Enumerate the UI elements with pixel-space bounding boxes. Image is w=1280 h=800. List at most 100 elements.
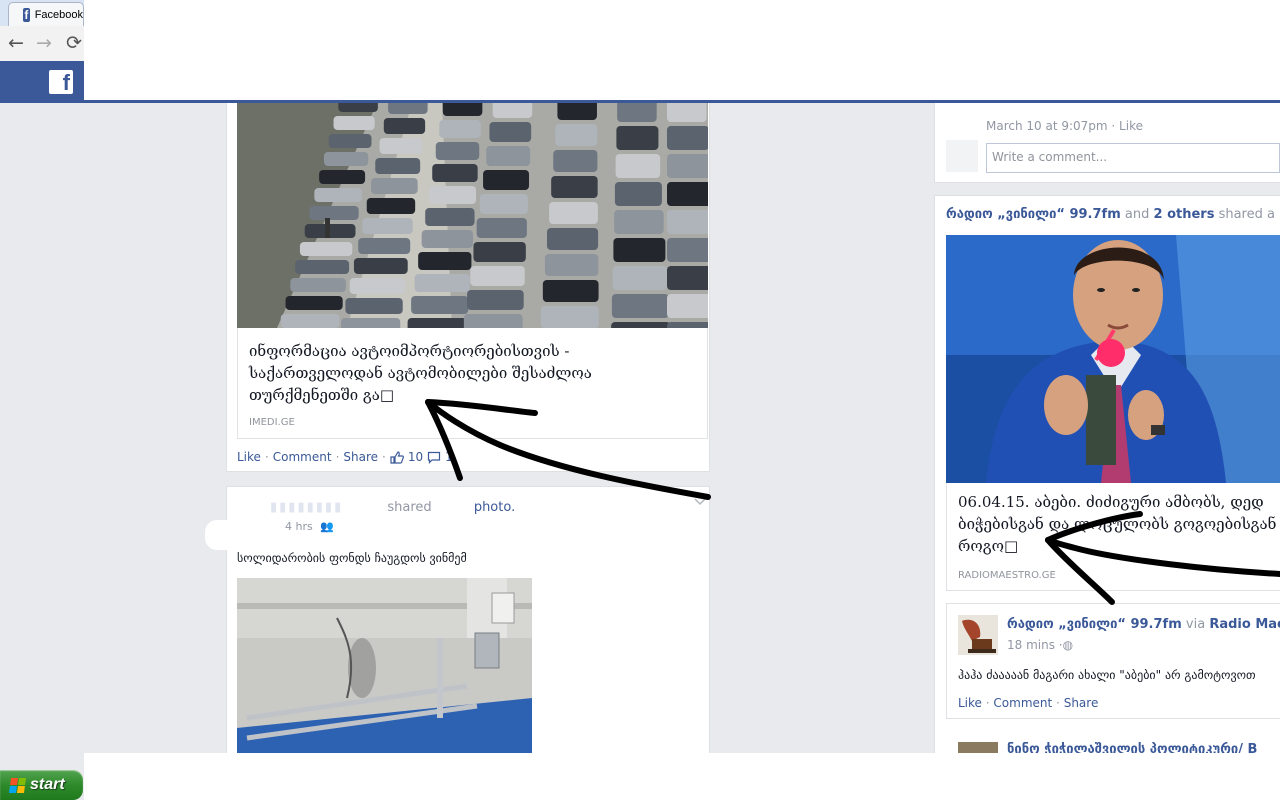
timestamp[interactable]: 4 hrs 👥 <box>285 520 334 533</box>
hospital-bed-photo[interactable] <box>237 578 532 756</box>
car-shape <box>467 290 524 310</box>
car-shape <box>425 208 475 226</box>
car-shape <box>555 124 598 146</box>
car-shape <box>483 170 530 190</box>
back-arrow-icon[interactable]: ← <box>8 32 24 54</box>
share-link[interactable]: Share <box>1064 696 1099 710</box>
car-shape <box>371 178 418 194</box>
timestamp-text[interactable]: 18 mins <box>1007 638 1055 652</box>
car-shape <box>299 242 353 256</box>
link-domain: IMEDI.GE <box>249 417 295 428</box>
tv-host-video-image[interactable] <box>946 235 1280 483</box>
gramophone-icon <box>958 615 998 655</box>
link-title-line: 06.04.15. აბები. ძიძიგური ამბობს, დედ <box>958 493 1264 511</box>
page-avatar[interactable] <box>958 615 998 655</box>
car-shape <box>295 260 350 274</box>
friends-audience-icon: 👥 <box>320 520 334 533</box>
post-text: ჰაჰა ძააააან მაგარი ახალი "აბები" არ გამ… <box>958 668 1256 682</box>
car-shape <box>612 266 668 290</box>
start-button[interactable]: start <box>0 770 83 800</box>
car-shape <box>341 318 401 328</box>
car-shape <box>388 103 428 114</box>
link-title[interactable]: 06.04.15. აბები. ძიძიგური ამბობს, დედ ბი… <box>958 491 1280 557</box>
facebook-favicon-icon: f <box>23 7 30 22</box>
car-shape <box>611 294 669 318</box>
comment-link[interactable]: Comment <box>273 450 332 464</box>
cars-photo <box>237 103 708 328</box>
car-shape <box>366 198 416 214</box>
via-page-link[interactable]: Radio Mae <box>1209 617 1280 632</box>
page-gutter <box>0 753 84 770</box>
car-shape <box>280 314 340 328</box>
comment-meta[interactable]: March 10 at 9:07pm · Like <box>986 119 1143 133</box>
car-shape <box>479 194 528 214</box>
blanked-region <box>84 0 1280 100</box>
car-shape <box>285 296 343 310</box>
separator: · <box>985 696 990 710</box>
hospital-photo <box>237 578 532 756</box>
photo-link[interactable]: photo. <box>474 500 515 515</box>
chevron-down-icon[interactable] <box>694 497 706 507</box>
car-shape <box>375 158 421 174</box>
car-shape <box>667 182 708 206</box>
car-shape <box>667 238 708 262</box>
car-shape <box>476 218 527 238</box>
story-header: ▮▮▮▮▮▮▮▮ shared photo. <box>270 500 515 515</box>
like-link[interactable]: Like <box>958 696 982 710</box>
car-shape <box>319 170 366 184</box>
link-domain: RADIOMAESTRO.GE <box>958 570 1056 581</box>
share-link[interactable]: Share <box>343 450 378 464</box>
car-shape <box>428 186 477 204</box>
story-actions: Like · Comment · Share <box>958 696 1098 710</box>
car-shape <box>442 103 483 116</box>
car-shape <box>418 252 472 270</box>
car-shape <box>616 126 659 150</box>
car-shape <box>407 318 467 328</box>
car-shape <box>544 254 599 276</box>
post-author-line: რადიო „ვინილი“ 99.7fm via Radio Mae <box>1007 617 1280 632</box>
separator: · <box>1056 696 1060 710</box>
comment-bubble-icon[interactable] <box>427 451 441 464</box>
forward-arrow-icon[interactable]: → <box>36 32 52 54</box>
blurred-name: ▮▮▮▮▮▮▮▮ <box>270 500 344 515</box>
car-shape <box>667 103 707 122</box>
car-shape <box>362 218 413 234</box>
car-shape <box>486 146 531 166</box>
car-shape <box>547 228 599 250</box>
car-shape <box>314 188 362 202</box>
car-shape <box>613 238 666 262</box>
browser-toolbar: ← → ⟳ <box>0 26 84 62</box>
and-text: and <box>1124 207 1150 222</box>
timestamp[interactable]: 18 mins ·◍ <box>1007 638 1073 652</box>
facebook-logo-icon[interactable]: f <box>49 70 73 94</box>
car-shape <box>614 182 662 206</box>
timestamp-text[interactable]: 4 hrs <box>285 520 313 533</box>
page-name-link[interactable]: რადიო „ვინილი“ 99.7fm <box>1007 617 1182 632</box>
story-header: რადიო „ვინილი“ 99.7fm and 2 others share… <box>946 207 1280 222</box>
link-title-line: ბიჭებისგან და ლოცულობს გოგოებისგან ა <box>958 515 1280 533</box>
car-shape <box>432 164 478 182</box>
avatar <box>946 140 978 172</box>
car-shape <box>551 176 598 198</box>
start-label: start <box>30 776 65 793</box>
like-link[interactable]: Like <box>237 450 261 464</box>
parking-lot-cars-image[interactable] <box>237 103 708 328</box>
comment-count[interactable]: 1 <box>445 450 453 464</box>
tv-host-photo <box>946 235 1280 483</box>
car-shape <box>383 118 426 134</box>
comment-link[interactable]: Comment <box>993 696 1052 710</box>
page-name-link[interactable]: რადიო „ვინილი“ 99.7fm <box>946 207 1121 222</box>
reload-icon[interactable]: ⟳ <box>66 32 82 54</box>
separator: · <box>382 450 386 464</box>
car-shape <box>667 294 708 318</box>
car-shape <box>667 266 708 290</box>
others-link[interactable]: 2 others <box>1154 207 1215 222</box>
browser-tab[interactable]: f Facebook <box>8 2 84 26</box>
car-shape <box>489 122 532 142</box>
car-shape <box>323 152 369 166</box>
avatar[interactable] <box>205 520 245 550</box>
comment-input[interactable]: Write a comment... <box>986 143 1280 173</box>
thumbs-up-icon[interactable] <box>390 450 404 464</box>
like-count[interactable]: 10 <box>408 450 423 464</box>
link-title[interactable]: ინფორმაცია ავტოიმპორტიორებისთვის - საქარ… <box>249 340 689 406</box>
